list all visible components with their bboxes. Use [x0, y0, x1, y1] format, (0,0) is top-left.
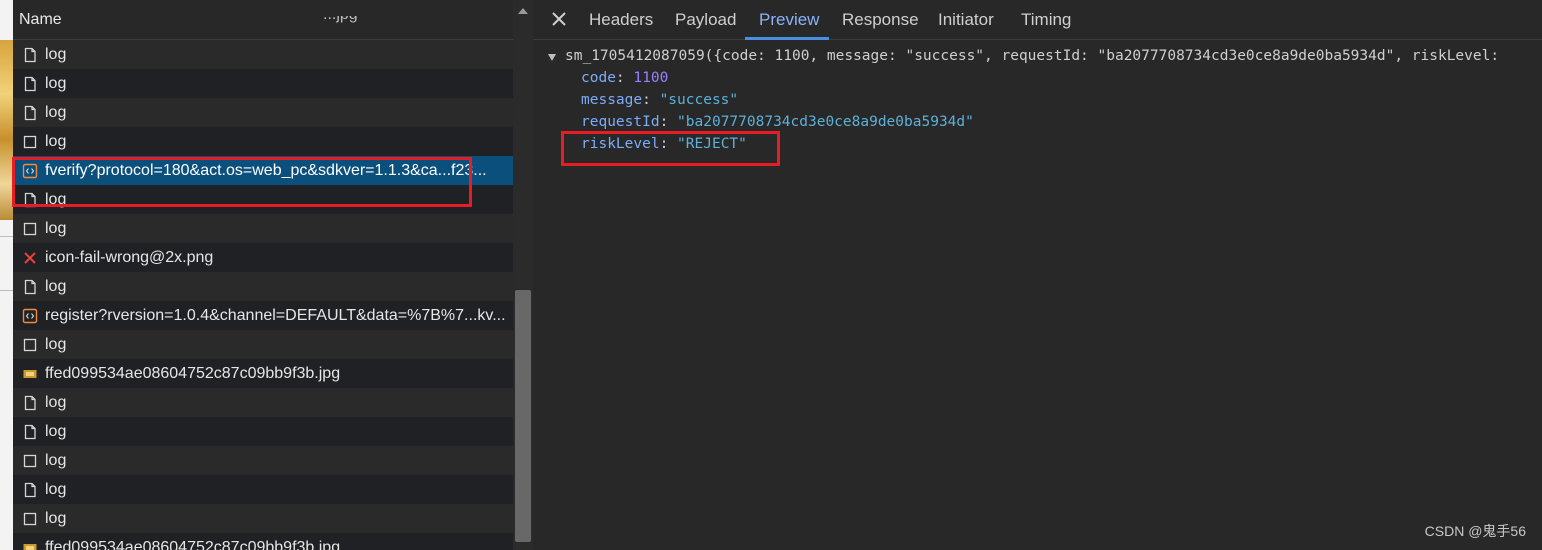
preview-json-tree: sm_1705412087059({code: 1100, message: "… — [533, 40, 1542, 550]
request-name: log — [45, 336, 67, 353]
request-row[interactable]: log — [13, 214, 513, 243]
image-icon — [23, 370, 37, 378]
background-divider — [0, 236, 13, 237]
tab-headers[interactable]: Headers — [589, 0, 653, 40]
details-tab-bar: Headers Payload Preview Response Initiat… — [533, 0, 1542, 40]
highlight-box-request — [12, 157, 472, 207]
image-icon — [23, 544, 37, 550]
request-name: log — [45, 133, 67, 150]
field-key: message — [581, 92, 643, 108]
network-request-list: Name ...jpg loglogloglogfverify?protocol… — [13, 0, 513, 550]
background-page-strip — [0, 0, 13, 550]
request-name: log — [45, 481, 67, 498]
error-x-icon — [24, 252, 36, 264]
scroll-up-arrow-icon[interactable] — [518, 8, 528, 14]
script-icon — [22, 308, 38, 324]
field-value: "success" — [659, 92, 739, 108]
response-summary[interactable]: sm_1705412087059({code: 1100, message: "… — [565, 48, 1499, 64]
request-name: icon-fail-wrong@2x.png — [45, 249, 214, 266]
request-name: ffed099534ae08604752c87c09bb9f3b.jpg — [45, 365, 341, 382]
checkbox-icon — [23, 512, 37, 526]
request-name: log — [45, 220, 67, 237]
request-name: log — [45, 46, 67, 63]
document-icon — [24, 482, 36, 498]
tab-timing[interactable]: Timing — [1021, 0, 1071, 40]
request-row[interactable]: log — [13, 388, 513, 417]
request-name: ffed099534ae08604752c87c09bb9f3b.jpg — [45, 539, 341, 550]
document-icon — [24, 47, 36, 63]
request-row[interactable]: log — [13, 330, 513, 359]
request-row[interactable]: log — [13, 475, 513, 504]
background-divider — [0, 290, 13, 291]
checkbox-icon — [23, 135, 37, 149]
request-row[interactable]: log — [13, 417, 513, 446]
document-icon — [24, 424, 36, 440]
request-row[interactable]: ffed099534ae08604752c87c09bb9f3b.jpg — [13, 533, 513, 550]
field-separator: : — [659, 114, 678, 130]
request-row[interactable]: log — [13, 69, 513, 98]
request-rows: log log log log fverify?protocol=180&act.os=… — [13, 40, 513, 550]
highlight-box-risklevel — [561, 131, 780, 166]
request-name: log — [45, 278, 67, 295]
request-row[interactable]: log — [13, 504, 513, 533]
request-row[interactable]: log — [13, 272, 513, 301]
field-code: code: 1100 — [581, 70, 668, 86]
close-icon[interactable] — [549, 9, 569, 29]
document-icon — [24, 76, 36, 92]
field-key: requestId — [581, 114, 660, 130]
partially-hidden-row: ...jpg — [13, 16, 513, 40]
document-icon — [24, 105, 36, 121]
request-name: log — [45, 423, 67, 440]
expand-triangle-icon[interactable] — [548, 54, 556, 61]
checkbox-icon — [23, 222, 37, 236]
request-row[interactable]: log — [13, 446, 513, 475]
document-icon — [24, 279, 36, 295]
tab-preview[interactable]: Preview — [759, 0, 819, 40]
request-name: register?rversion=1.0.4&channel=DEFAULT&… — [45, 307, 506, 324]
request-name: log — [45, 510, 67, 527]
checkbox-icon — [23, 338, 37, 352]
tab-payload[interactable]: Payload — [675, 0, 736, 40]
field-message: message: "success" — [581, 92, 738, 108]
request-name: log — [45, 104, 67, 121]
field-key: code — [581, 70, 616, 86]
watermark: CSDN @鬼手56 — [1424, 523, 1526, 539]
request-name: log — [45, 452, 67, 469]
checkbox-icon — [23, 454, 37, 468]
request-name: log — [45, 75, 67, 92]
field-value: 1100 — [633, 70, 669, 86]
document-icon — [24, 395, 36, 411]
request-name: log — [45, 394, 67, 411]
field-separator: : — [615, 70, 634, 86]
request-row[interactable]: log — [13, 40, 513, 69]
request-row[interactable]: icon-fail-wrong@2x.png — [13, 243, 513, 272]
tab-response[interactable]: Response — [842, 0, 919, 40]
request-row[interactable]: ffed099534ae08604752c87c09bb9f3b.jpg — [13, 359, 513, 388]
scrollbar-thumb[interactable] — [515, 290, 531, 542]
field-value: "ba2077708734cd3e0ce8a9de0ba5934d" — [677, 114, 974, 130]
request-row[interactable]: log — [13, 98, 513, 127]
request-row[interactable]: log — [13, 127, 513, 156]
tab-initiator[interactable]: Initiator — [938, 0, 994, 40]
request-list-scrollbar[interactable] — [513, 0, 533, 550]
field-requestid: requestId: "ba2077708734cd3e0ce8a9de0ba5… — [581, 114, 974, 130]
field-separator: : — [642, 92, 660, 108]
request-row[interactable]: register?rversion=1.0.4&channel=DEFAULT&… — [13, 301, 513, 330]
request-details-panel: Headers Payload Preview Response Initiat… — [533, 0, 1542, 550]
